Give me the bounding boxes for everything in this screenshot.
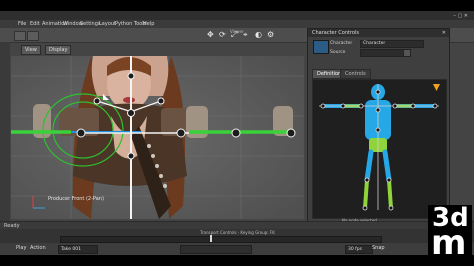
logo-line-2: m	[431, 223, 467, 263]
tool-button[interactable]	[27, 31, 39, 41]
viewport-camera-label: Producer Front (2-Pan)	[48, 196, 104, 202]
3d-viewport[interactable]: Producer Front (2-Pan)	[11, 56, 304, 219]
settings-icon[interactable]: ⚙	[267, 30, 274, 39]
source-label: Source	[330, 50, 346, 55]
take-select[interactable]: Take 001	[58, 245, 98, 254]
pin-icon[interactable]: ⌖	[243, 30, 248, 40]
character-figure-area[interactable]	[312, 79, 447, 219]
character-avatar-icon[interactable]	[313, 40, 329, 54]
action-label[interactable]: Action	[30, 245, 46, 251]
timeline-track[interactable]	[60, 236, 382, 243]
source-options-button[interactable]	[403, 49, 411, 57]
viewport-tab-display[interactable]: Display	[45, 45, 72, 55]
viewport-scene	[11, 56, 304, 219]
panel-title-bar: Character Controls ✕	[308, 29, 449, 37]
snap-label[interactable]: Snap	[372, 245, 385, 251]
character-select[interactable]: Character	[360, 40, 424, 48]
source-select[interactable]	[360, 49, 404, 57]
rotate-icon[interactable]: ⟳	[219, 30, 226, 39]
panel-title: Character Controls	[312, 30, 359, 36]
playback-controls[interactable]	[180, 245, 252, 254]
triangle-warning-icon	[433, 84, 440, 91]
timeline-cursor[interactable]	[210, 235, 212, 242]
character-controls-panel: Character Controls ✕ Character Character…	[307, 28, 450, 228]
transport-bar: Play Action Take 001 30 fps Snap	[0, 243, 474, 255]
menu-help[interactable]: Help	[143, 21, 154, 27]
fps-select[interactable]: 30 fps	[345, 245, 373, 254]
character-label: Character	[330, 41, 353, 46]
brand-logo: 3d m	[428, 203, 472, 263]
tab-controls[interactable]: Controls	[340, 69, 371, 79]
menu-python-tools[interactable]: Python Tools	[115, 21, 146, 27]
camera-icon[interactable]: ◐	[255, 30, 262, 39]
viewport-tab-view[interactable]: View	[21, 45, 41, 55]
tool-button[interactable]	[14, 31, 26, 41]
play-mode-label[interactable]: Play	[16, 245, 26, 251]
menu-settings[interactable]: Settings	[80, 21, 101, 27]
window-controls[interactable]: – ▢ ✕	[453, 13, 468, 19]
app-window: – ▢ ✕ File Edit Animation Window Setting…	[0, 11, 474, 255]
menu-bar: File Edit Animation Window Settings Layo…	[0, 20, 474, 28]
character-figure	[319, 84, 440, 211]
menu-layout[interactable]: Layout	[99, 21, 116, 27]
timeline[interactable]: Transport Controls · Keying Group: FK	[0, 229, 474, 243]
panel-tabs: Definition Controls	[312, 69, 445, 79]
close-icon[interactable]: ✕	[442, 29, 446, 37]
left-tool-strip	[0, 42, 10, 232]
scale-icon[interactable]: ⤢	[231, 30, 237, 40]
letterbox-top	[0, 0, 474, 11]
translate-icon[interactable]: ✥	[207, 30, 214, 39]
letterbox-bottom	[0, 255, 474, 266]
menu-file[interactable]: File	[18, 21, 26, 27]
title-bar: – ▢ ✕	[0, 11, 474, 20]
menu-edit[interactable]: Edit	[30, 21, 40, 27]
